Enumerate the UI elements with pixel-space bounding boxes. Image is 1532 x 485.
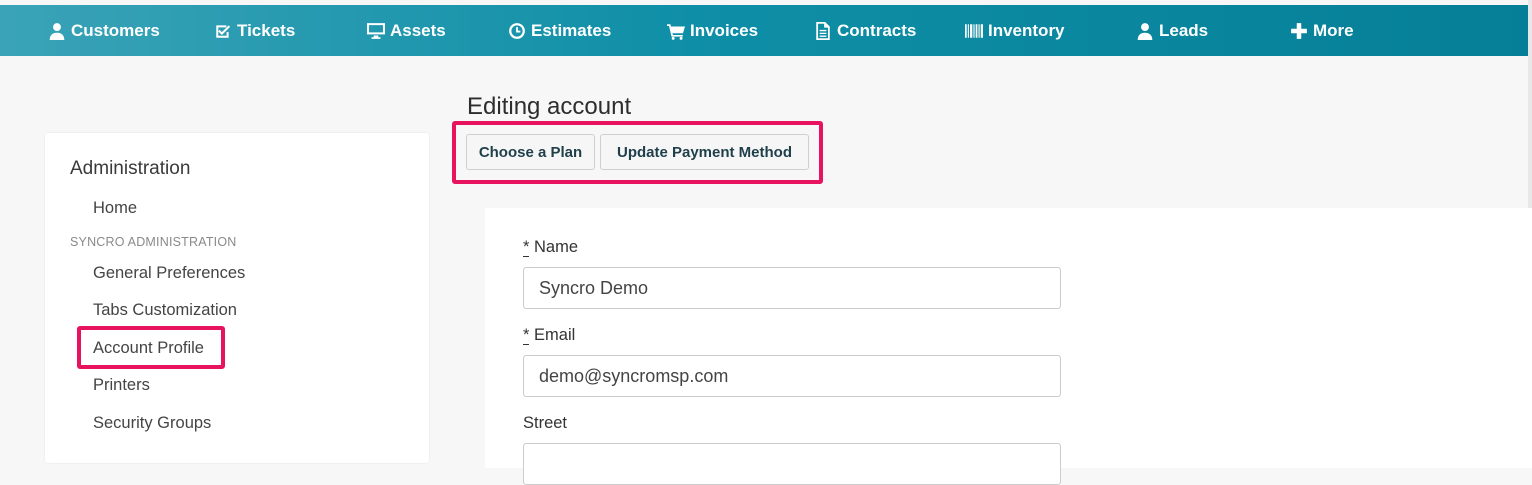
nav-more[interactable]: More: [1290, 5, 1354, 56]
required-marker: *: [523, 238, 530, 257]
nav-tickets[interactable]: Tickets: [214, 5, 295, 56]
name-label-text: Name: [534, 238, 579, 256]
nav-invoices[interactable]: Invoices: [667, 5, 758, 56]
document-icon: [816, 21, 830, 40]
nav-inventory-label: Inventory: [988, 20, 1065, 40]
name-field-label: * Name: [523, 238, 578, 257]
sidebar-item-printers[interactable]: Printers: [93, 376, 150, 395]
nav-assets[interactable]: Assets: [367, 5, 446, 56]
check-square-icon: [216, 24, 231, 38]
nav-estimates[interactable]: Estimates: [508, 5, 611, 56]
sidebar-item-general-preferences[interactable]: General Preferences: [93, 264, 245, 283]
street-field-label: Street: [523, 414, 568, 432]
name-input[interactable]: Syncro Demo: [523, 267, 1061, 309]
sidebar-title: Administration: [70, 158, 191, 179]
nav-invoices-label: Invoices: [690, 20, 759, 40]
nav-inventory[interactable]: Inventory: [965, 5, 1065, 56]
user-icon: [1137, 22, 1153, 40]
nav-more-label: More: [1313, 20, 1354, 40]
plus-icon: [1291, 22, 1307, 39]
email-label-text: Email: [534, 326, 576, 344]
nav-customers-label: Customers: [71, 20, 160, 40]
cart-icon: [667, 23, 685, 40]
sidebar-item-security-groups[interactable]: Security Groups: [93, 414, 211, 433]
monitor-icon: [367, 22, 385, 39]
email-field-label: * Email: [523, 326, 575, 345]
nav-assets-label: Assets: [390, 20, 446, 40]
sidebar-item-home[interactable]: Home: [93, 199, 137, 218]
email-input[interactable]: demo@syncromsp.com: [523, 355, 1061, 397]
nav-customers[interactable]: Customers: [48, 5, 160, 56]
sidebar-section-heading: SYNCRO ADMINISTRATION: [70, 235, 237, 249]
account-form-card: [485, 208, 1532, 468]
sidebar-item-tabs-customization[interactable]: Tabs Customization: [93, 301, 237, 320]
page-title: Editing account: [467, 93, 632, 120]
nav-leads[interactable]: Leads: [1136, 5, 1208, 56]
clock-icon: [509, 22, 525, 39]
top-navigation-bar: Customers Tickets Assets Estimates Invoi…: [0, 5, 1528, 56]
update-payment-method-button[interactable]: Update Payment Method: [600, 134, 809, 170]
choose-plan-button[interactable]: Choose a Plan: [466, 134, 595, 170]
nav-contracts-label: Contracts: [837, 20, 917, 40]
highlight-account-profile: [77, 326, 225, 369]
nav-leads-label: Leads: [1159, 20, 1209, 40]
required-marker: *: [523, 326, 530, 345]
nav-tickets-label: Tickets: [237, 20, 296, 40]
nav-estimates-label: Estimates: [531, 20, 612, 40]
street-input[interactable]: [523, 443, 1061, 485]
nav-contracts[interactable]: Contracts: [814, 5, 916, 56]
admin-sidebar: Administration Home SYNCRO ADMINISTRATIO…: [45, 133, 429, 463]
barcode-icon: [965, 23, 983, 38]
user-icon: [49, 22, 65, 40]
